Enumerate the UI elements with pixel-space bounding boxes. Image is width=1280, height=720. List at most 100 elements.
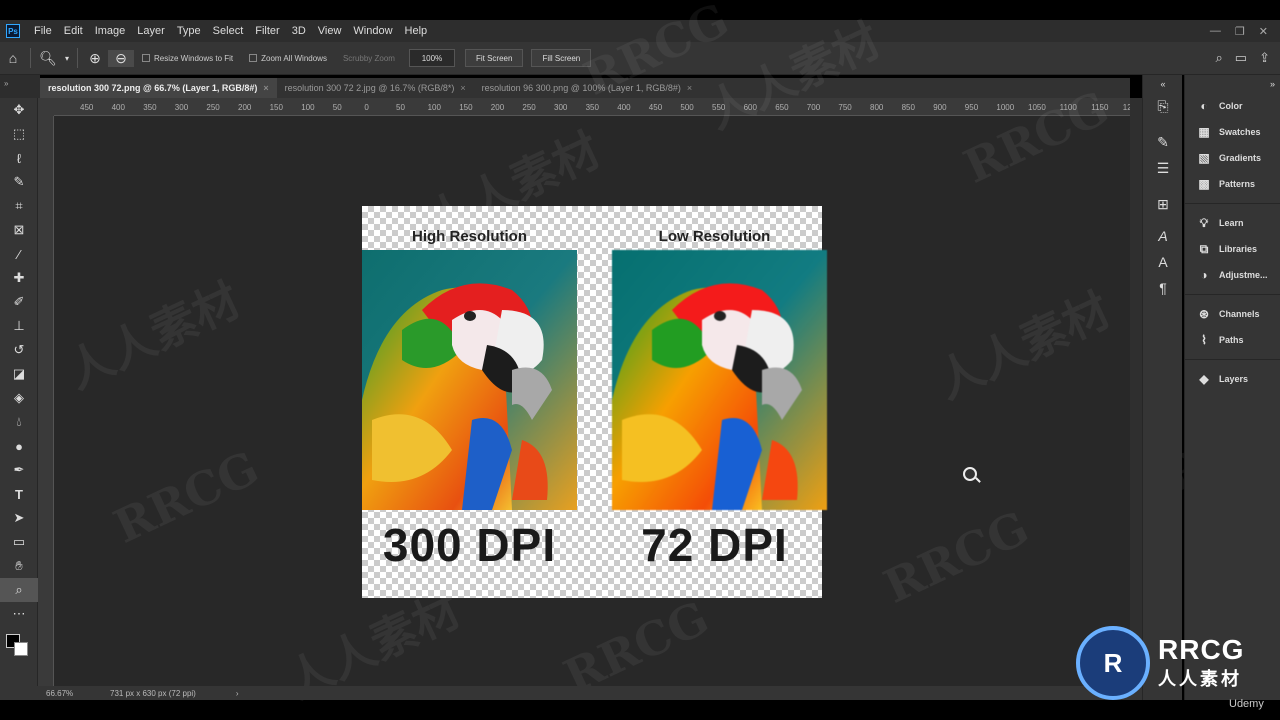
- glyphs-icon[interactable]: A: [1143, 223, 1183, 249]
- status-zoom[interactable]: 66.67%: [0, 689, 73, 698]
- color-swatch-icon[interactable]: [0, 626, 38, 666]
- menu-edit[interactable]: Edit: [58, 20, 89, 42]
- search-icon[interactable]: ⌕: [1216, 50, 1223, 66]
- close-icon[interactable]: ✕: [1259, 25, 1268, 38]
- menu-help[interactable]: Help: [399, 20, 434, 42]
- horizontal-ruler[interactable]: 450 400 350 300 250 200 150 100 50 0 50 100 150 200 25…: [54, 98, 1130, 116]
- toolbar-collapse[interactable]: »: [0, 75, 40, 98]
- lasso-tool-icon[interactable]: ℓ: [0, 146, 38, 170]
- close-icon[interactable]: ×: [460, 83, 465, 93]
- history-brush-tool-icon[interactable]: ↺: [0, 338, 38, 362]
- panel-layers[interactable]: ◆ Layers: [1185, 366, 1280, 392]
- menu-view[interactable]: View: [312, 20, 348, 42]
- healing-brush-tool-icon[interactable]: ✚: [0, 266, 38, 290]
- path-select-tool-icon[interactable]: ➤: [0, 506, 38, 530]
- properties-icon[interactable]: ☰: [1143, 155, 1183, 181]
- menu-3d[interactable]: 3D: [286, 20, 312, 42]
- panel-label: Layers: [1219, 374, 1249, 384]
- learn-icon: 💡︎: [1199, 215, 1209, 230]
- panel-adjustments[interactable]: ◑ Adjustme...: [1185, 262, 1280, 288]
- more-tools-icon[interactable]: ⋯: [0, 602, 38, 626]
- panel-color[interactable]: ◐ Color: [1185, 93, 1280, 119]
- panel-paths[interactable]: ⌇ Paths: [1185, 327, 1280, 353]
- collapse-icon[interactable]: «: [1143, 75, 1183, 93]
- dodge-tool-icon[interactable]: ●: [0, 434, 38, 458]
- share-icon[interactable]: ⇪: [1259, 50, 1270, 66]
- options-bar: ⌂ 🔍︎ ▾ ⊕ ⊖ Resize Windows to Fit Zoom Al…: [0, 42, 1280, 75]
- ruler-label: 550: [712, 103, 726, 112]
- vertical-scrollbar[interactable]: [1130, 98, 1142, 686]
- zoom-in-icon[interactable]: ⊕: [82, 50, 108, 67]
- eraser-tool-icon[interactable]: ◪: [0, 362, 38, 386]
- quick-select-tool-icon[interactable]: ✎: [0, 170, 38, 194]
- menu-image[interactable]: Image: [89, 20, 132, 42]
- rectangle-tool-icon[interactable]: ▭: [0, 530, 38, 554]
- home-icon[interactable]: ⌂: [0, 50, 26, 66]
- brand-subtitle: 人人素材: [1158, 669, 1242, 689]
- panel-label: Learn: [1219, 218, 1244, 228]
- rrcg-logo: R: [1076, 626, 1150, 700]
- document-canvas[interactable]: High Resolution Low Resolution 300 DPI 7…: [362, 206, 827, 598]
- brush-tool-icon[interactable]: ✐: [0, 290, 38, 314]
- zoom-out-icon[interactable]: ⊖: [108, 49, 134, 67]
- checkbox-label: Scrubby Zoom: [342, 53, 395, 63]
- patterns-icon: ▩: [1198, 177, 1210, 191]
- pen-tool-icon[interactable]: ✒: [0, 458, 38, 482]
- zoom-percent-field[interactable]: 100%: [408, 49, 455, 67]
- panel-gradients[interactable]: ▧ Gradients: [1185, 145, 1280, 171]
- marquee-tool-icon[interactable]: ⬚: [0, 122, 38, 146]
- stamp-tool-icon[interactable]: ⊥: [0, 314, 38, 338]
- panel-channels[interactable]: ⊛ Channels: [1185, 301, 1280, 327]
- tab-resolution-300-72-2[interactable]: resolution 300 72 2.jpg @ 16.7% (RGB/8*)…: [277, 78, 474, 98]
- fit-screen-button[interactable]: Fit Screen: [464, 49, 524, 67]
- resize-windows-checkbox[interactable]: Resize Windows to Fit: [142, 54, 233, 63]
- fill-screen-button[interactable]: Fill Screen: [531, 49, 592, 67]
- paragraph-icon[interactable]: ¶: [1143, 275, 1183, 301]
- hand-tool-icon[interactable]: ✋︎: [0, 554, 38, 578]
- layers-icon: ◆: [1199, 372, 1209, 386]
- menu-type[interactable]: Type: [171, 20, 207, 42]
- scrubby-zoom-checkbox[interactable]: Scrubby Zoom: [343, 54, 395, 63]
- chevron-down-icon[interactable]: ▾: [61, 54, 73, 63]
- close-icon[interactable]: ×: [263, 83, 268, 93]
- zoom-tool-icon[interactable]: 🔍︎: [35, 50, 61, 67]
- eyedropper-tool-icon[interactable]: ⁄: [0, 242, 38, 266]
- type-tool-icon[interactable]: T: [0, 482, 38, 506]
- panel-patterns[interactable]: ▩ Patterns: [1185, 171, 1280, 197]
- divider: [77, 48, 78, 68]
- history-icon[interactable]: ⎘: [1143, 93, 1183, 119]
- collapse-icon[interactable]: »: [1185, 75, 1280, 93]
- panel-libraries[interactable]: ⧉ Libraries: [1185, 236, 1280, 262]
- chevron-right-icon[interactable]: ›: [236, 689, 239, 698]
- vertical-ruler[interactable]: [38, 116, 54, 686]
- menu-file[interactable]: File: [28, 20, 58, 42]
- move-tool-icon[interactable]: ✥: [0, 98, 38, 122]
- menu-window[interactable]: Window: [347, 20, 398, 42]
- photoshop-icon[interactable]: Ps: [6, 24, 20, 38]
- menu-select[interactable]: Select: [207, 20, 250, 42]
- tab-resolution-300-72[interactable]: resolution 300 72.png @ 66.7% (Layer 1, …: [40, 78, 277, 98]
- restore-icon[interactable]: ❐: [1235, 25, 1245, 38]
- panel-swatches[interactable]: ▦ Swatches: [1185, 119, 1280, 145]
- brush-settings-icon[interactable]: ✎: [1143, 129, 1183, 155]
- divider: [1185, 203, 1280, 204]
- character-icon[interactable]: A: [1143, 249, 1183, 275]
- ruler-label: 750: [838, 103, 852, 112]
- close-icon[interactable]: ×: [687, 83, 692, 93]
- menu-layer[interactable]: Layer: [131, 20, 171, 42]
- ruler-label: 1150: [1091, 103, 1109, 112]
- clone-source-icon[interactable]: ⊞: [1143, 191, 1183, 217]
- menu-filter[interactable]: Filter: [249, 20, 285, 42]
- workspace-icon[interactable]: ▭: [1235, 50, 1247, 66]
- tab-resolution-96-300[interactable]: resolution 96 300.png @ 100% (Layer 1, R…: [474, 78, 701, 98]
- background-color-icon[interactable]: [14, 642, 28, 656]
- zoom-all-windows-checkbox[interactable]: Zoom All Windows: [249, 54, 327, 63]
- panel-learn[interactable]: 💡︎ Learn: [1185, 210, 1280, 236]
- minimize-icon[interactable]: —: [1210, 25, 1221, 38]
- crop-tool-icon[interactable]: ⌗: [0, 194, 38, 218]
- blur-tool-icon[interactable]: 💧︎: [0, 410, 38, 434]
- frame-tool-icon[interactable]: ⊠: [0, 218, 38, 242]
- paint-bucket-tool-icon[interactable]: ◈: [0, 386, 38, 410]
- zoom-tool-icon[interactable]: ⌕: [0, 578, 38, 602]
- rrcg-brand-overlay: R RRCG 人人素材: [1076, 626, 1280, 700]
